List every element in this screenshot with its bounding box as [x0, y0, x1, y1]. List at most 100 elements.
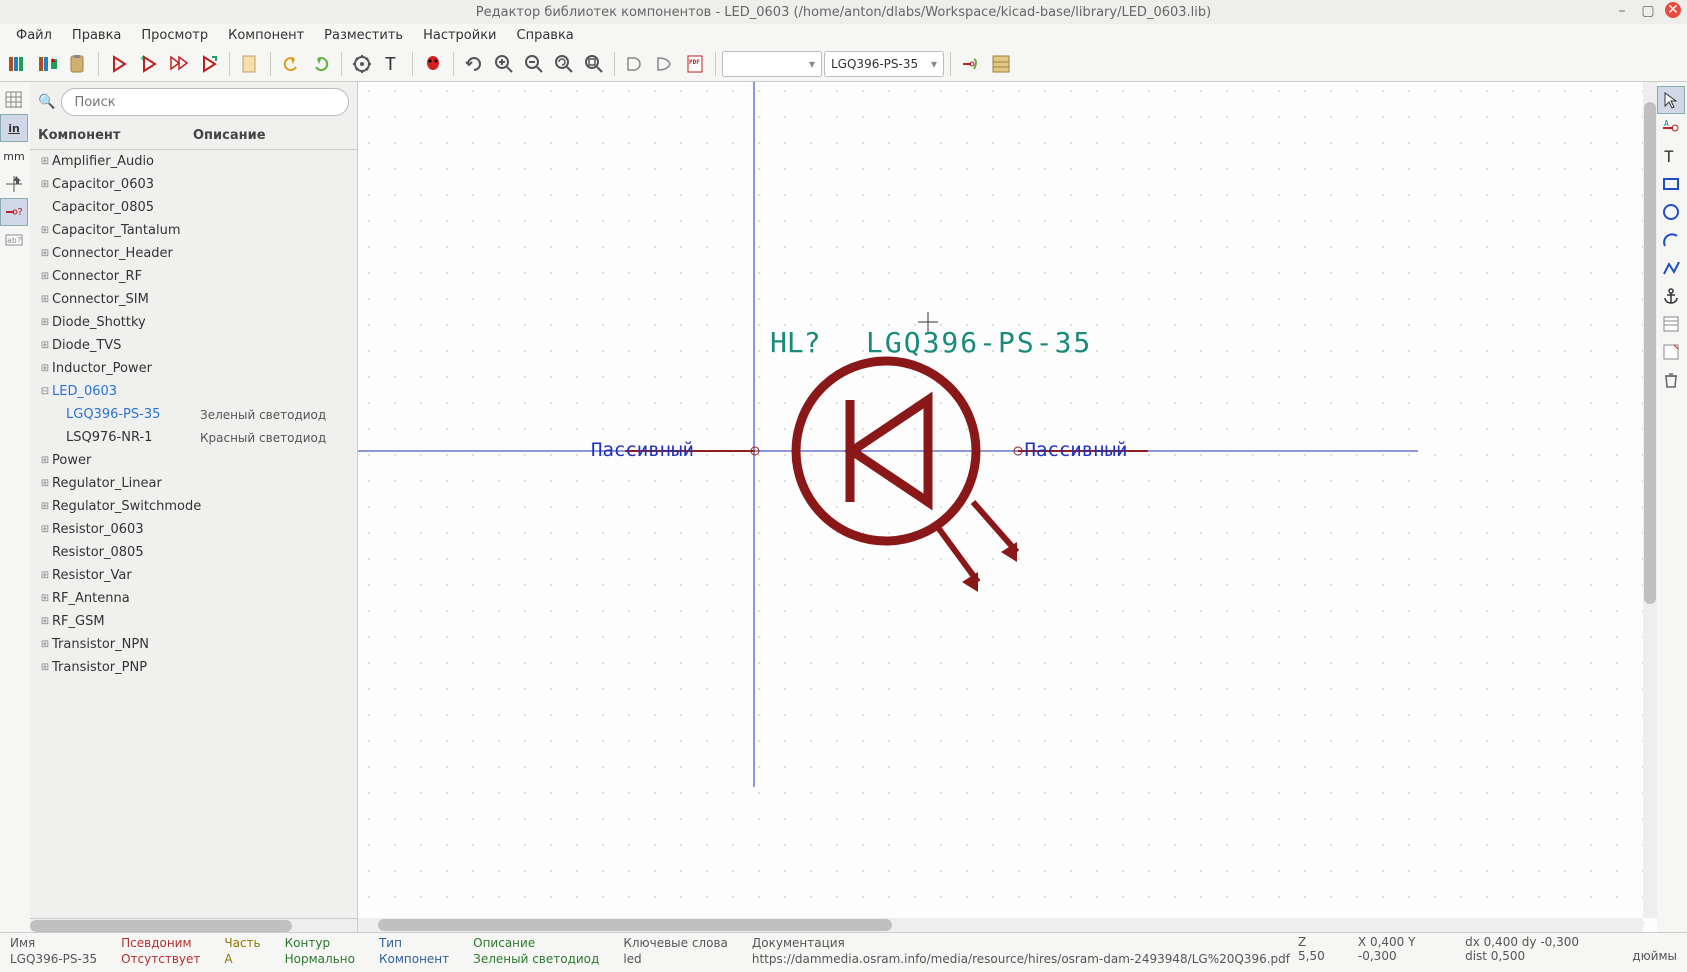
expand-icon[interactable]: ⊞ [38, 616, 52, 627]
tree-item[interactable]: ⊞Transistor_PNP [30, 656, 357, 679]
add-circle-icon[interactable] [1657, 198, 1685, 226]
tree-item[interactable]: ⊞Regulator_Linear [30, 472, 357, 495]
new-component-icon[interactable]: + [135, 50, 163, 78]
add-arc-icon[interactable] [1657, 226, 1685, 254]
rotate-icon[interactable] [460, 50, 488, 78]
expand-icon[interactable]: ⊞ [38, 271, 52, 282]
tree-item[interactable]: ⊞Amplifier_Audio [30, 150, 357, 173]
tree-item[interactable]: ⊞Connector_RF [30, 265, 357, 288]
pin-number-icon[interactable] [987, 50, 1015, 78]
select-tool-icon[interactable] [1657, 86, 1685, 114]
units-inches-button[interactable]: in [0, 114, 28, 142]
tree-item[interactable]: ⊞Diode_Shottky [30, 311, 357, 334]
zoom-out-icon[interactable] [520, 50, 548, 78]
expand-icon[interactable]: ⊞ [38, 317, 52, 328]
expand-icon[interactable]: ⊞ [38, 363, 52, 374]
tree-col-desc[interactable]: Описание [193, 128, 349, 143]
scrollbar-thumb[interactable] [30, 920, 292, 932]
tree-body[interactable]: ⊞Amplifier_Audio⊞Capacitor_0603Capacitor… [30, 150, 357, 918]
menu-place[interactable]: Разместить [314, 26, 413, 45]
menu-view[interactable]: Просмотр [131, 26, 218, 45]
clipboard-icon[interactable] [236, 50, 264, 78]
component-value[interactable]: LGQ396-PS-35 [866, 326, 1092, 359]
redo-icon[interactable] [307, 50, 335, 78]
add-polyline-icon[interactable] [1657, 254, 1685, 282]
tree-item[interactable]: ⊞Power [30, 449, 357, 472]
tree-col-name[interactable]: Компонент [38, 128, 193, 143]
tree-item[interactable]: ⊞Diode_TVS [30, 334, 357, 357]
maximize-button[interactable]: ▢ [1639, 2, 1657, 20]
zoom-redraw-icon[interactable] [550, 50, 578, 78]
expand-icon[interactable]: ⊞ [38, 501, 52, 512]
undo-icon[interactable] [277, 50, 305, 78]
tree-item[interactable]: ⊞Transistor_NPN [30, 633, 357, 656]
minimize-button[interactable]: – [1613, 2, 1631, 20]
expand-icon[interactable]: ⊞ [38, 478, 52, 489]
tree-item[interactable]: ⊞Capacitor_0603 [30, 173, 357, 196]
library-new-icon[interactable] [4, 50, 32, 78]
tree-item[interactable]: Resistor_0805 [30, 541, 357, 564]
show-pin-type-icon[interactable]: ? [0, 198, 28, 226]
tree-item[interactable]: ⊞Connector_SIM [30, 288, 357, 311]
tree-item[interactable]: ⊞Resistor_Var [30, 564, 357, 587]
menu-component[interactable]: Компонент [218, 26, 314, 45]
canvas-area[interactable]: Пассивный Пассивный HL? LGQ396-PS-35 [358, 82, 1657, 932]
expand-icon[interactable]: ⊞ [38, 156, 52, 167]
tree-item[interactable]: Capacitor_0805 [30, 196, 357, 219]
tree-item[interactable]: ⊞Connector_Header [30, 242, 357, 265]
tree-item[interactable]: ⊟LED_0603 [30, 380, 357, 403]
zoom-fit-icon[interactable] [580, 50, 608, 78]
menu-file[interactable]: Файл [6, 26, 62, 45]
canvas-horizontal-scrollbar[interactable] [358, 918, 1643, 932]
import-graphics-icon[interactable] [1657, 310, 1685, 338]
show-fields-icon[interactable]: ab? [0, 226, 28, 254]
scrollbar-thumb[interactable] [1644, 102, 1656, 604]
expand-icon[interactable]: ⊞ [38, 570, 52, 581]
erc-icon[interactable] [419, 50, 447, 78]
menu-edit[interactable]: Правка [62, 26, 131, 45]
tree-horizontal-scrollbar[interactable] [30, 918, 357, 932]
cursor-shape-icon[interactable] [0, 170, 28, 198]
scrollbar-thumb[interactable] [378, 919, 892, 931]
datasheet-icon[interactable]: PDF [681, 50, 709, 78]
grid-icon[interactable] [0, 86, 28, 114]
units-mm-button[interactable]: mm [0, 142, 28, 170]
add-rect-icon[interactable] [1657, 170, 1685, 198]
close-button[interactable]: ✕ [1665, 2, 1681, 18]
zoom-in-icon[interactable] [490, 50, 518, 78]
expand-icon[interactable]: ⊟ [38, 386, 52, 397]
anchor-icon[interactable] [1657, 282, 1685, 310]
expand-icon[interactable]: ⊞ [38, 340, 52, 351]
expand-icon[interactable]: ⊞ [38, 593, 52, 604]
paste-icon[interactable] [64, 50, 92, 78]
delete-icon[interactable] [1657, 366, 1685, 394]
add-text-icon[interactable]: T [1657, 142, 1685, 170]
add-pin-icon[interactable]: A [1657, 114, 1685, 142]
expand-icon[interactable]: ⊞ [38, 179, 52, 190]
demorgan-std-icon[interactable] [621, 50, 649, 78]
expand-icon[interactable]: ⊞ [38, 248, 52, 259]
expand-icon[interactable]: ⊞ [38, 455, 52, 466]
expand-icon[interactable]: ⊞ [38, 294, 52, 305]
tree-item[interactable]: ⊞RF_Antenna [30, 587, 357, 610]
component-reference[interactable]: HL? [770, 326, 821, 359]
library-save-icon[interactable] [34, 50, 62, 78]
pin-table-icon[interactable] [957, 50, 985, 78]
expand-icon[interactable]: ⊞ [38, 639, 52, 650]
menu-settings[interactable]: Настройки [413, 26, 506, 45]
component-select[interactable]: LGQ396-PS-35 [824, 51, 944, 77]
schematic-canvas[interactable]: Пассивный Пассивный HL? LGQ396-PS-35 [358, 82, 1657, 932]
text-icon[interactable]: T [378, 50, 406, 78]
expand-icon[interactable]: ⊞ [38, 225, 52, 236]
tree-item[interactable]: ⊞Inductor_Power [30, 357, 357, 380]
part-select[interactable] [722, 51, 822, 77]
expand-icon[interactable]: ⊞ [38, 662, 52, 673]
tree-item[interactable]: ⊞Regulator_Switchmode [30, 495, 357, 518]
menu-help[interactable]: Справка [507, 26, 584, 45]
canvas-vertical-scrollbar[interactable] [1643, 82, 1657, 918]
tree-item[interactable]: ⊞RF_GSM [30, 610, 357, 633]
tree-item[interactable]: ⊞Capacitor_Tantalum [30, 219, 357, 242]
tree-item-child[interactable]: LGQ396-PS-35Зеленый светодиод [30, 403, 357, 426]
tree-item-child[interactable]: LSQ976-NR-1Красный светодиод [30, 426, 357, 449]
export-component-icon[interactable] [195, 50, 223, 78]
